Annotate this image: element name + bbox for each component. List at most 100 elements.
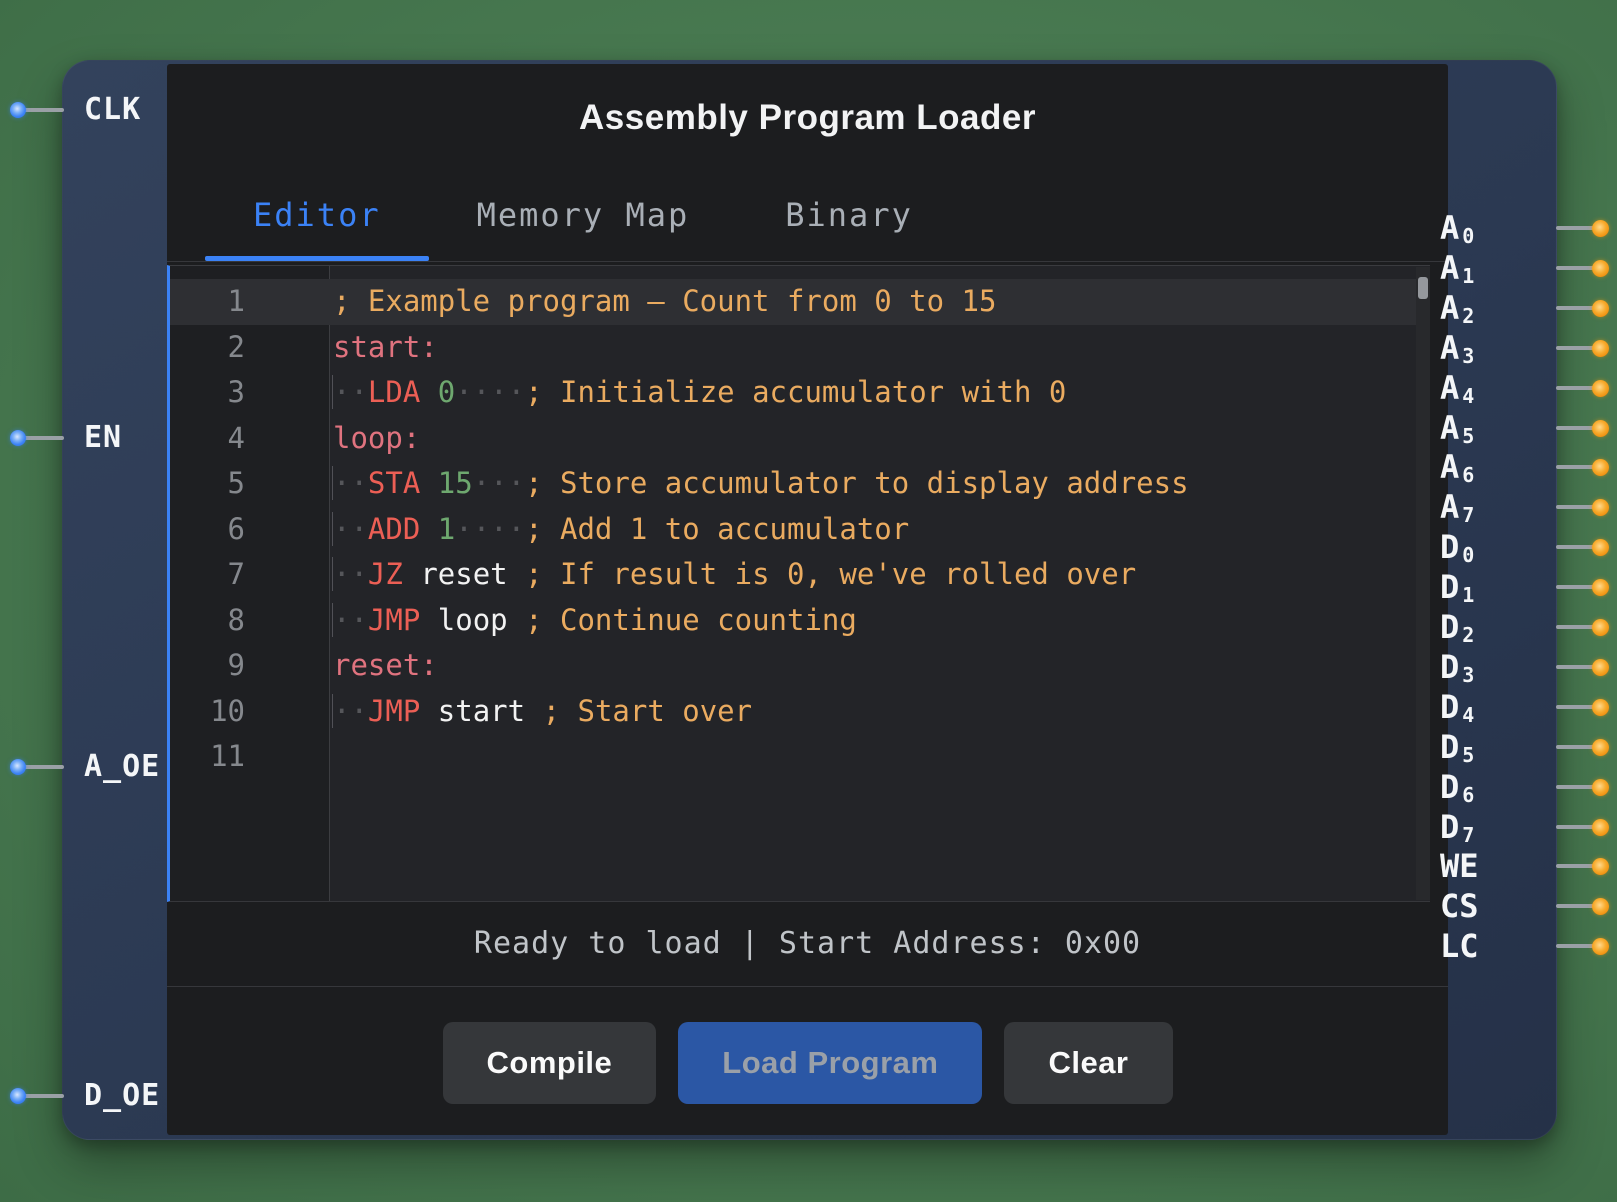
output-pin-dot[interactable] — [1592, 659, 1609, 676]
editor-scrollbar-track[interactable] — [1416, 267, 1430, 900]
token-label: start: — [333, 330, 438, 364]
pin-label-en: EN — [84, 416, 122, 460]
whitespace-dots: ·· — [332, 603, 368, 637]
token-comment: ; Continue counting — [525, 603, 857, 637]
pin-wire — [1556, 545, 1596, 549]
code-text: reset: — [329, 643, 438, 689]
output-pin-dot[interactable] — [1592, 300, 1609, 317]
tab-divider — [167, 261, 1448, 262]
tab-bar: Editor Memory Map Binary — [205, 173, 961, 257]
code-text: ··JMP start ; Start over — [329, 689, 752, 735]
line-number: 3 — [170, 370, 329, 416]
code-editor[interactable]: 1; Example program — Count from 0 to 152… — [167, 265, 1430, 902]
token-ident: start — [438, 694, 525, 728]
token-op: ADD — [368, 512, 420, 546]
output-pin-dot[interactable] — [1592, 420, 1609, 437]
output-pin-dot[interactable] — [1592, 539, 1609, 556]
whitespace-dots: ·· — [332, 694, 368, 728]
input-pin-dot[interactable] — [10, 1088, 26, 1104]
tab-binary[interactable]: Binary — [737, 173, 961, 257]
token-comment: ; Store accumulator to display address — [525, 466, 1188, 500]
compile-button[interactable]: Compile — [443, 1022, 657, 1104]
output-pin-dot[interactable] — [1592, 340, 1609, 357]
line-number: 5 — [170, 461, 329, 507]
whitespace-dots: ··· — [473, 466, 525, 500]
token-comment: ; Initialize accumulator with 0 — [525, 375, 1066, 409]
line-number: 4 — [170, 416, 329, 462]
button-bar: Compile Load Program Clear — [167, 987, 1448, 1135]
load-program-button[interactable]: Load Program — [678, 1022, 982, 1104]
token-comment: ; If result is 0, we've rolled over — [525, 557, 1136, 591]
token-op: JMP — [368, 694, 420, 728]
token-op: STA — [368, 466, 420, 500]
pin-wire — [1556, 426, 1596, 430]
pin-wire — [1556, 505, 1596, 509]
pin-wire — [1556, 306, 1596, 310]
output-pin-dot[interactable] — [1592, 380, 1609, 397]
pin-wire — [1556, 386, 1596, 390]
tab-label: Binary — [785, 196, 913, 234]
pin-wire — [1556, 904, 1596, 908]
code-lines: 1; Example program — Count from 0 to 152… — [170, 279, 1430, 780]
code-line: 10··JMP start ; Start over — [170, 689, 1430, 735]
code-text — [329, 734, 333, 780]
pin-wire — [1556, 346, 1596, 350]
output-pin-dot[interactable] — [1592, 699, 1609, 716]
input-pin-dot[interactable] — [10, 759, 26, 775]
assembly-loader-panel: Assembly Program Loader EditorMemory Map… — [167, 64, 1448, 1135]
output-pin-dot[interactable] — [1592, 220, 1609, 237]
circuit-board-background: Assembly Program Loader EditorMemory Map… — [0, 0, 1617, 1202]
output-pin-dot[interactable] — [1592, 499, 1609, 516]
output-pin-dot[interactable] — [1592, 619, 1609, 636]
output-pin-dot[interactable] — [1592, 739, 1609, 756]
code-line: 7··JZ reset ; If result is 0, we've roll… — [170, 552, 1430, 598]
output-pin-dot[interactable] — [1592, 459, 1609, 476]
code-line: 1; Example program — Count from 0 to 15 — [170, 279, 1430, 325]
code-text: ; Example program — Count from 0 to 15 — [329, 279, 996, 325]
pin-wire — [1556, 226, 1596, 230]
line-number: 11 — [170, 734, 329, 780]
token-num: 15 — [438, 466, 473, 500]
pin-label-clk: CLK — [84, 88, 141, 132]
clear-button[interactable]: Clear — [1004, 1022, 1172, 1104]
line-number: 6 — [170, 507, 329, 553]
tab-label: Editor — [253, 196, 381, 234]
line-number: 7 — [170, 552, 329, 598]
token-ident: reset — [420, 557, 507, 591]
tab-editor[interactable]: Editor — [205, 173, 429, 257]
input-pin-dot[interactable] — [10, 102, 26, 118]
output-pin-dot[interactable] — [1592, 779, 1609, 796]
code-line: 4loop: — [170, 416, 1430, 462]
output-pin-dot[interactable] — [1592, 938, 1609, 955]
token-comment: ; Start over — [543, 694, 753, 728]
token-op: JZ — [368, 557, 403, 591]
output-pin-dot[interactable] — [1592, 260, 1609, 277]
line-number: 9 — [170, 643, 329, 689]
pin-wire — [1556, 665, 1596, 669]
status-bar: Ready to load | Start Address: 0x00 — [167, 902, 1448, 987]
pin-wire — [1556, 266, 1596, 270]
code-line: 6··ADD 1····; Add 1 to accumulator — [170, 507, 1430, 553]
output-pin-dot[interactable] — [1592, 858, 1609, 875]
token-num: 1 — [438, 512, 455, 546]
tab-label: Memory Map — [477, 196, 690, 234]
input-pin-dot[interactable] — [10, 430, 26, 446]
output-pin-dot[interactable] — [1592, 898, 1609, 915]
line-number: 8 — [170, 598, 329, 644]
token-op: JMP — [368, 603, 420, 637]
output-pin-dot[interactable] — [1592, 579, 1609, 596]
code-line: 5··STA 15···; Store accumulator to displ… — [170, 461, 1430, 507]
code-text: loop: — [329, 416, 420, 462]
pin-wire — [1556, 785, 1596, 789]
editor-scrollbar-thumb[interactable] — [1418, 277, 1428, 299]
pin-wire — [1556, 745, 1596, 749]
whitespace-dots: ···· — [455, 375, 525, 409]
pin-wire — [1556, 465, 1596, 469]
pin-wire — [1556, 585, 1596, 589]
line-number: 10 — [170, 689, 329, 735]
token-comment: ; Example program — Count from 0 to 15 — [333, 284, 996, 318]
output-pin-dot[interactable] — [1592, 819, 1609, 836]
code-text: ··LDA 0····; Initialize accumulator with… — [329, 370, 1066, 416]
tab-memory-map[interactable]: Memory Map — [429, 173, 738, 257]
pin-label-lc: LC — [1440, 923, 1479, 969]
